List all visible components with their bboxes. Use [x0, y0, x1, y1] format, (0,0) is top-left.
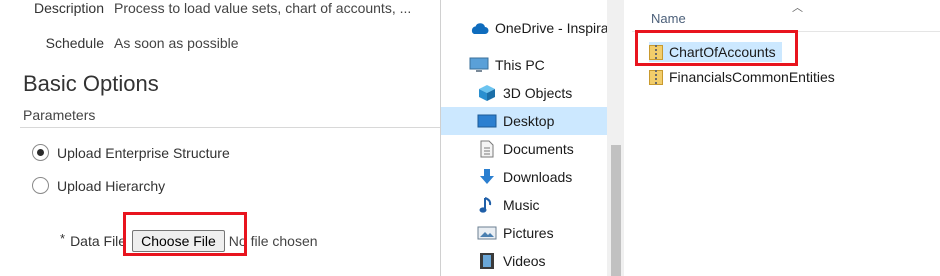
cube-icon — [477, 84, 497, 102]
file-list: ︿ Name ChartOfAccounts FinancialsCommonE… — [627, 0, 940, 276]
download-arrow-icon — [477, 168, 497, 186]
nav-label: Documents — [503, 141, 574, 157]
nav-item-downloads[interactable]: Downloads — [441, 163, 607, 191]
column-header-name[interactable]: Name — [651, 11, 686, 26]
desktop-icon — [477, 112, 497, 130]
schedule-label: Schedule — [45, 35, 104, 51]
highlight-box-chartofaccounts — [635, 30, 798, 66]
nav-item-desktop[interactable]: Desktop — [441, 107, 607, 135]
highlight-box-choose-file — [123, 212, 247, 256]
required-indicator: * — [60, 230, 66, 246]
file-item-financialscommonentities[interactable]: FinancialsCommonEntities — [649, 67, 835, 87]
data-file-label: Data File — [70, 233, 127, 249]
nav-label: This PC — [495, 57, 545, 73]
nav-item-documents[interactable]: Documents — [441, 135, 607, 163]
navigation-pane: OneDrive - Inspira ︿ This PC 3D Objects … — [441, 0, 626, 276]
nav-item-music[interactable]: Music — [441, 191, 607, 219]
radio-button[interactable] — [32, 177, 49, 194]
nav-item-this-pc[interactable]: This PC — [441, 51, 607, 79]
radio-button-selected[interactable] — [32, 144, 49, 161]
nav-label: Music — [503, 197, 540, 213]
nav-item-videos[interactable]: Videos — [441, 247, 607, 275]
nav-label: Downloads — [503, 169, 573, 185]
section-title: Basic Options — [23, 71, 159, 96]
schedule-value: As soon as possible — [114, 35, 239, 51]
nav-scrollbar-thumb[interactable] — [611, 145, 621, 276]
file-open-dialog: OneDrive - Inspira ︿ This PC 3D Objects … — [440, 0, 940, 276]
parameters-title: Parameters — [23, 107, 96, 123]
music-note-icon — [477, 196, 497, 214]
nav-item-3d-objects[interactable]: 3D Objects — [441, 79, 607, 107]
divider — [20, 127, 440, 128]
nav-label: Desktop — [503, 113, 555, 129]
nav-label: OneDrive - Inspira — [495, 20, 609, 36]
radio-label: Upload Enterprise Structure — [57, 144, 230, 161]
nav-label: Pictures — [503, 225, 554, 241]
computer-icon — [469, 56, 489, 74]
schedule-process-form: Description Process to load value sets, … — [0, 0, 440, 276]
radio-label: Upload Hierarchy — [57, 177, 166, 194]
nav-label: 3D Objects — [503, 85, 573, 101]
nav-item-pictures[interactable]: Pictures — [441, 219, 607, 247]
description-label: Description — [33, 0, 104, 16]
file-name: FinancialsCommonEntities — [669, 69, 835, 85]
radio-upload-hierarchy[interactable]: Upload Hierarchy — [32, 177, 165, 194]
nav-item-onedrive[interactable]: OneDrive - Inspira — [441, 14, 609, 42]
description-value: Process to load value sets, chart of acc… — [114, 0, 412, 16]
cloud-icon — [469, 19, 489, 37]
nav-label: Videos — [503, 253, 546, 269]
picture-icon — [477, 224, 497, 242]
sort-ascending-icon: ︿ — [792, 2, 803, 14]
radio-upload-enterprise-structure[interactable]: Upload Enterprise Structure — [32, 144, 230, 161]
film-icon — [477, 252, 497, 270]
zip-folder-icon — [649, 69, 663, 85]
document-icon — [477, 140, 497, 158]
